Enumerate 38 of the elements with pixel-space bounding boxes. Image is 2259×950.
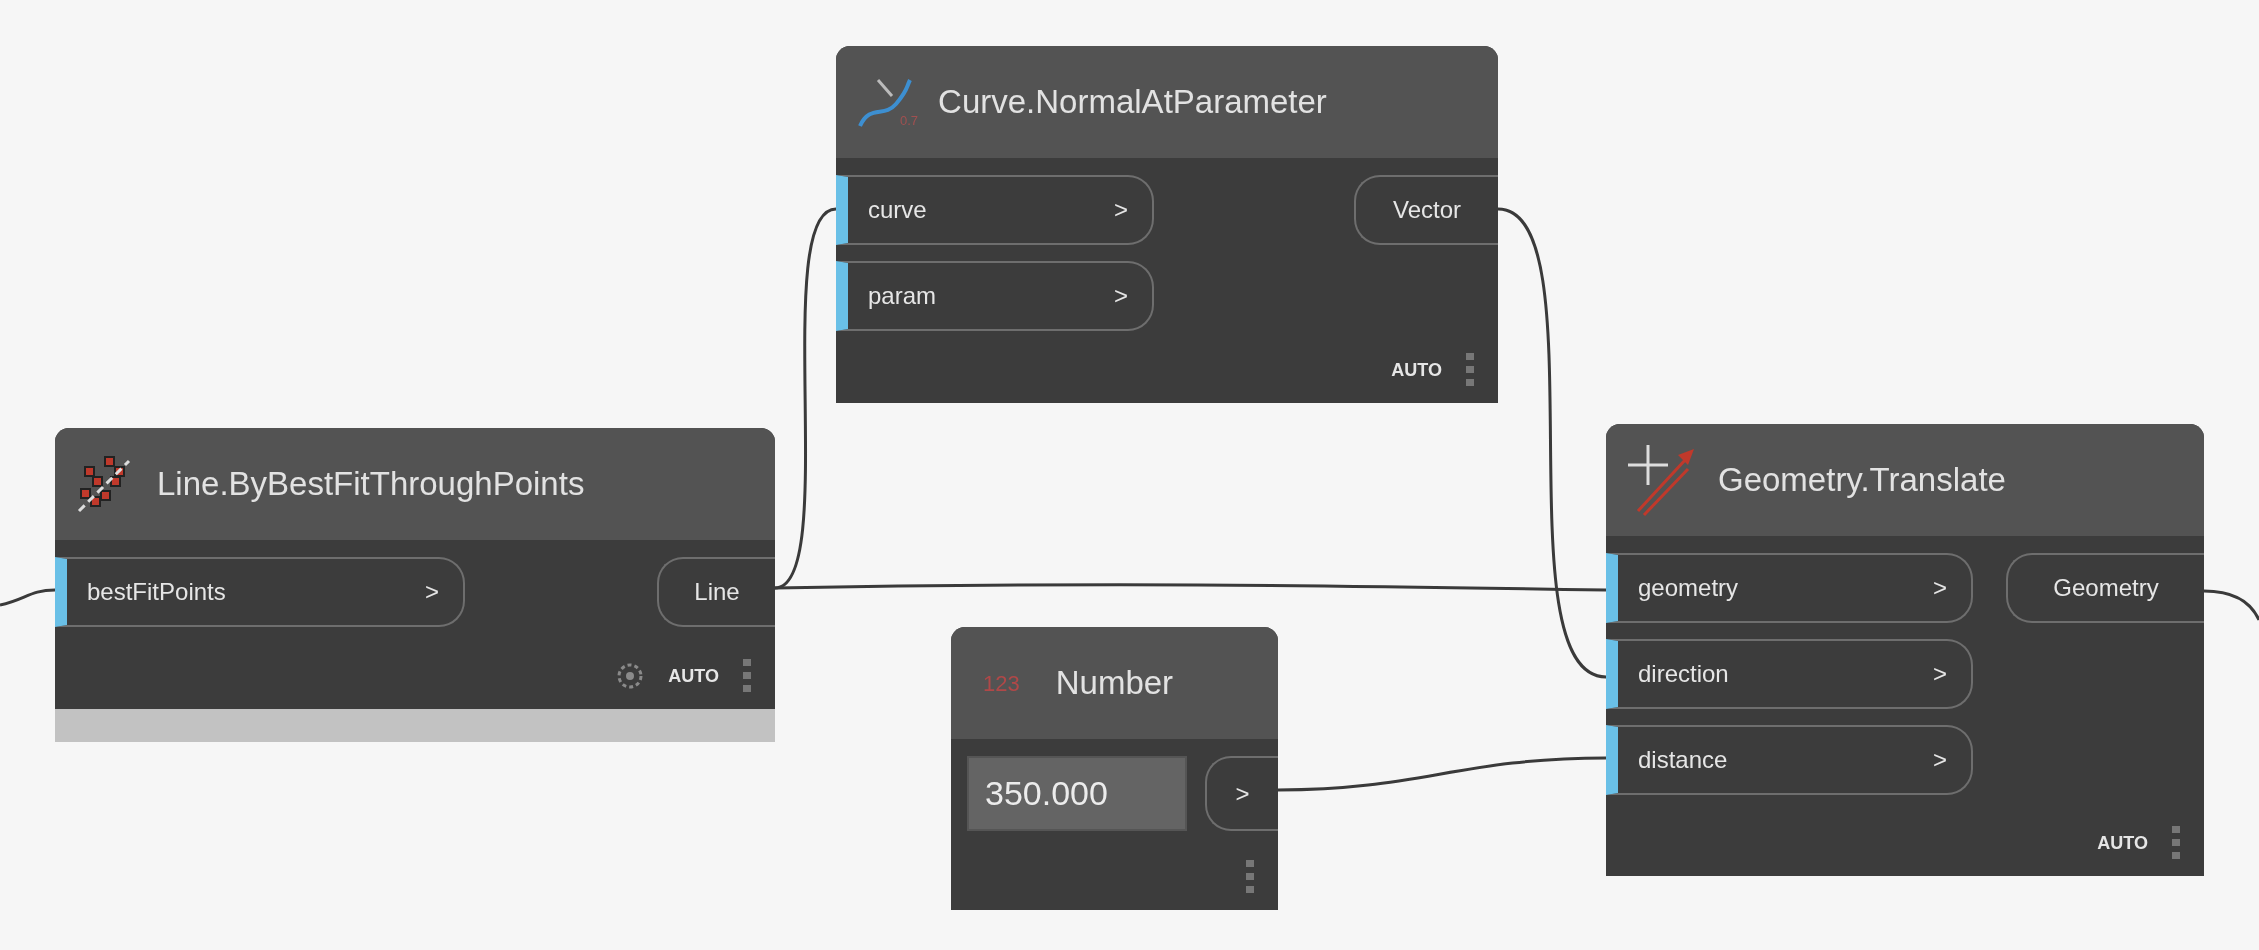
input-port[interactable]: geometry > xyxy=(1606,553,1973,623)
more-menu-icon[interactable] xyxy=(1466,353,1474,387)
more-menu-icon[interactable] xyxy=(2172,826,2180,860)
wire[interactable] xyxy=(2203,589,2259,621)
wire[interactable] xyxy=(0,588,56,607)
output-port[interactable]: Geometry xyxy=(2006,553,2204,623)
node-body[interactable]: Line.ByBestFitThroughPoints bestFitPoints > Line AUTO xyxy=(55,428,775,709)
icon-label: 0.7 xyxy=(900,111,919,130)
node-header[interactable]: Geometry.Translate xyxy=(1606,424,2204,536)
node-header[interactable]: 123 Number xyxy=(951,627,1278,739)
input-port[interactable]: curve > xyxy=(836,175,1154,245)
preview-icon[interactable] xyxy=(616,662,645,690)
wire[interactable] xyxy=(1277,756,1607,792)
wire[interactable] xyxy=(774,583,1607,592)
icon-label: 123 xyxy=(983,669,1020,698)
input-port[interactable]: param > xyxy=(836,261,1154,331)
lacing-label[interactable]: AUTO xyxy=(668,662,719,690)
node-body[interactable]: 0.7 Curve.NormalAtParameter curve > param > Vector AUTO xyxy=(836,46,1498,403)
node-body[interactable]: Geometry.Translate geometry > direction > distance > Geometry AUTO xyxy=(1606,424,2204,876)
more-menu-icon[interactable] xyxy=(743,659,751,693)
node-header[interactable]: Line.ByBestFitThroughPoints xyxy=(55,428,775,540)
node-title: Geometry.Translate xyxy=(1718,460,2006,501)
input-port[interactable]: bestFitPoints > xyxy=(55,557,465,627)
input-port[interactable]: direction > xyxy=(1606,639,1973,709)
more-menu-icon[interactable] xyxy=(1246,860,1254,894)
number-input[interactable]: 350.000 xyxy=(967,756,1187,831)
node-header[interactable]: 0.7 Curve.NormalAtParameter xyxy=(836,46,1498,158)
node-body[interactable]: 123 Number 350.000 > xyxy=(951,627,1278,910)
wire[interactable] xyxy=(1497,207,1607,679)
output-port[interactable]: Vector xyxy=(1354,175,1498,245)
lacing-label[interactable]: AUTO xyxy=(1391,356,1442,384)
output-port[interactable]: > xyxy=(1205,756,1278,831)
input-port[interactable]: distance > xyxy=(1606,725,1973,795)
node-title: Curve.NormalAtParameter xyxy=(938,82,1327,123)
output-port[interactable]: Line xyxy=(657,557,775,627)
lacing-label[interactable]: AUTO xyxy=(2097,829,2148,857)
node-title: Line.ByBestFitThroughPoints xyxy=(157,464,585,505)
node-title: Number xyxy=(1055,663,1174,704)
